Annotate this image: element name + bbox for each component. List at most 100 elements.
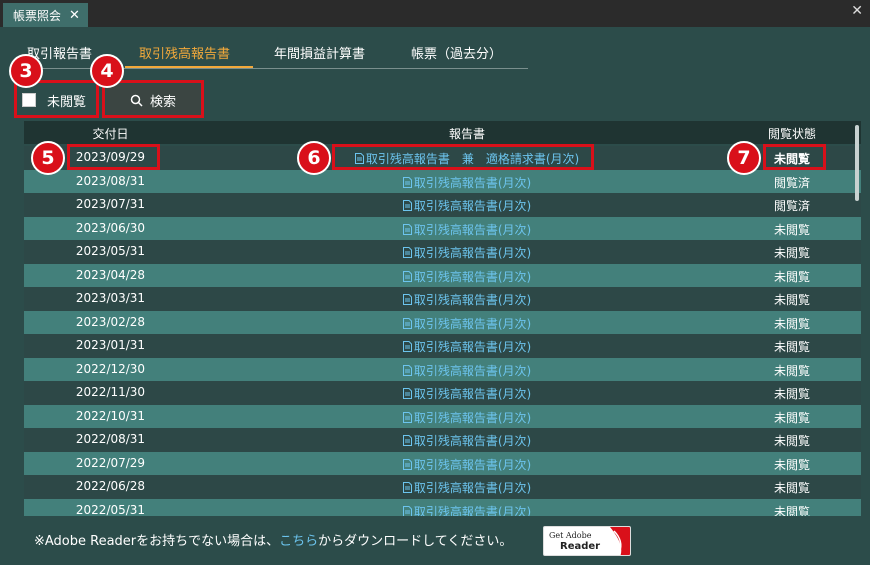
report-title: 取引残高報告書(月次) xyxy=(413,293,532,307)
document-icon xyxy=(402,247,412,258)
cell-date: 2022/11/30 xyxy=(75,385,146,399)
tab-close-icon[interactable]: ✕ xyxy=(69,8,80,23)
callout-3: 3 xyxy=(9,54,43,88)
cell-date: 2023/02/28 xyxy=(75,314,146,329)
header-date: 交付日 xyxy=(92,127,129,141)
document-icon xyxy=(402,317,412,329)
window-close-icon[interactable]: ✕ xyxy=(851,3,863,19)
table-row: 2022/05/31 取引残高報告書(月次) 未閲覧 xyxy=(24,498,861,517)
report-link[interactable]: 取引残高報告書(月次) xyxy=(197,221,737,238)
report-title: 取引残高報告書(月次) xyxy=(413,340,532,354)
callout-5: 5 xyxy=(31,141,65,175)
report-link[interactable]: 取引残高報告書(月次) xyxy=(197,244,737,261)
cell-status: 未閲覧 xyxy=(773,222,810,237)
table-header: 交付日 報告書 閲覧状態 xyxy=(24,121,861,144)
cell-status: 未閲覧 xyxy=(773,504,810,517)
cell-date: 2023/01/31 xyxy=(75,338,146,352)
report-title: 取引残高報告書(月次) xyxy=(413,199,532,213)
cell-status: 閲覧済 xyxy=(773,175,810,190)
report-title: 取引残高報告書(月次) xyxy=(413,387,532,401)
get-adobe-reader-badge[interactable]: Get Adobe Reader xyxy=(543,526,631,556)
download-link[interactable]: こちら xyxy=(279,534,318,549)
document-icon xyxy=(402,176,412,188)
table-row: 2023/02/28 取引残高報告書(月次) 未閲覧 xyxy=(24,310,861,334)
report-link[interactable]: 取引残高報告書(月次) xyxy=(197,197,737,214)
report-title: 取引残高報告書(月次) xyxy=(413,269,532,284)
report-link[interactable]: 取引残高報告書(月次) xyxy=(197,174,737,191)
document-icon xyxy=(402,270,412,282)
cell-status: 未閲覧 xyxy=(773,410,810,425)
document-icon xyxy=(402,505,412,516)
table-row: 2022/11/30 取引残高報告書(月次) 未閲覧 xyxy=(24,381,861,405)
unread-filter-label: 未閲覧 xyxy=(47,94,87,110)
callout-4: 4 xyxy=(90,54,124,88)
cell-date: 2022/08/31 xyxy=(75,432,146,446)
cell-status: 閲覧済 xyxy=(773,199,810,213)
footer-text-before: ※Adobe Readerをお持ちでない場合は、 xyxy=(34,534,280,549)
header-report: 報告書 xyxy=(448,127,485,141)
cell-date: 2022/05/31 xyxy=(75,502,146,517)
callout-6: 6 xyxy=(297,141,331,175)
report-title: 取引残高報告書(月次) xyxy=(413,222,532,237)
report-link[interactable]: 取引残高報告書(月次) xyxy=(197,291,737,308)
report-link[interactable]: 取引残高報告書(月次) xyxy=(197,315,737,332)
report-link[interactable]: 取引残高報告書(月次) xyxy=(197,385,737,402)
document-icon xyxy=(402,482,412,493)
tab-annual-pl[interactable]: 年間損益計算書 xyxy=(274,43,365,62)
report-link[interactable]: 取引残高報告書(月次) xyxy=(197,409,737,426)
report-link[interactable]: 取引残高報告書(月次) xyxy=(197,456,737,473)
title-bar: 帳票照会 ✕ ✕ xyxy=(0,0,870,27)
tab-balance-report[interactable]: 取引残高報告書 xyxy=(139,43,230,62)
cell-date: 2023/06/30 xyxy=(75,220,146,235)
document-icon xyxy=(402,200,412,211)
document-icon xyxy=(354,153,364,164)
search-button-label: 検索 xyxy=(149,94,176,110)
cell-status: 未閲覧 xyxy=(773,434,810,448)
cell-date: 2022/07/29 xyxy=(75,455,146,470)
table-row: 2022/08/31 取引残高報告書(月次) 未閲覧 xyxy=(24,428,861,452)
report-title: 取引残高報告書(月次) xyxy=(413,316,532,331)
table-row: 2023/04/28 取引残高報告書(月次) 未閲覧 xyxy=(24,263,861,287)
report-link[interactable]: 取引残高報告書(月次) xyxy=(197,479,737,496)
cell-status: 未閲覧 xyxy=(773,293,810,307)
report-link[interactable]: 取引残高報告書(月次) xyxy=(197,338,737,355)
report-title: 取引残高報告書(月次) xyxy=(413,504,532,517)
cell-date: 2022/12/30 xyxy=(75,361,146,376)
window-tab[interactable]: 帳票照会 ✕ xyxy=(3,3,88,27)
table-row: 2022/06/28 取引残高報告書(月次) 未閲覧 xyxy=(24,475,861,499)
cell-status: 未閲覧 xyxy=(773,246,810,260)
report-link[interactable]: 取引残高報告書(月次) xyxy=(197,432,737,449)
document-icon xyxy=(402,341,412,352)
cell-status: 未閲覧 xyxy=(773,481,810,495)
document-icon xyxy=(402,435,412,446)
report-title: 取引残高報告書(月次) xyxy=(413,457,532,472)
table-row: 2023/01/31 取引残高報告書(月次) 未閲覧 xyxy=(24,334,861,358)
cell-status: 未閲覧 xyxy=(773,316,810,331)
cell-status: 未閲覧 xyxy=(773,340,810,354)
cell-date: 2023/03/31 xyxy=(75,291,146,305)
cell-date: 2023/08/31 xyxy=(75,173,146,188)
document-icon xyxy=(402,458,412,470)
table-row: 2023/07/31 取引残高報告書(月次) 閲覧済 xyxy=(24,193,861,217)
report-link[interactable]: 取引残高報告書(月次) xyxy=(197,503,737,517)
table-row: 2023/03/31 取引残高報告書(月次) 未閲覧 xyxy=(24,287,861,311)
unread-checkbox[interactable] xyxy=(22,93,36,107)
unread-filter[interactable]: 未閲覧 xyxy=(17,84,96,116)
footer-text-after: からダウンロードしてください。 xyxy=(318,534,513,549)
report-title: 取引残高報告書(月次) xyxy=(413,246,532,260)
cell-status: 未閲覧 xyxy=(773,363,810,378)
cell-date: 2023/05/31 xyxy=(75,244,146,258)
document-icon xyxy=(402,223,412,235)
search-button[interactable]: 検索 xyxy=(106,84,200,116)
report-link[interactable]: 取引残高報告書 兼 適格請求書(月次) xyxy=(197,150,737,167)
adobe-reader-icon xyxy=(610,527,630,555)
search-icon xyxy=(130,94,143,107)
document-icon xyxy=(402,388,412,399)
scrollbar-thumb[interactable] xyxy=(855,125,859,201)
document-icon xyxy=(402,294,412,305)
download-note: ※Adobe Readerをお持ちでない場合は、こちらからダウンロードしてくださ… xyxy=(34,530,512,549)
tab-past-reports[interactable]: 帳票（過去分） xyxy=(411,43,502,62)
report-link[interactable]: 取引残高報告書(月次) xyxy=(197,362,737,379)
report-link[interactable]: 取引残高報告書(月次) xyxy=(197,268,737,285)
cell-status: 未閲覧 xyxy=(773,387,810,401)
